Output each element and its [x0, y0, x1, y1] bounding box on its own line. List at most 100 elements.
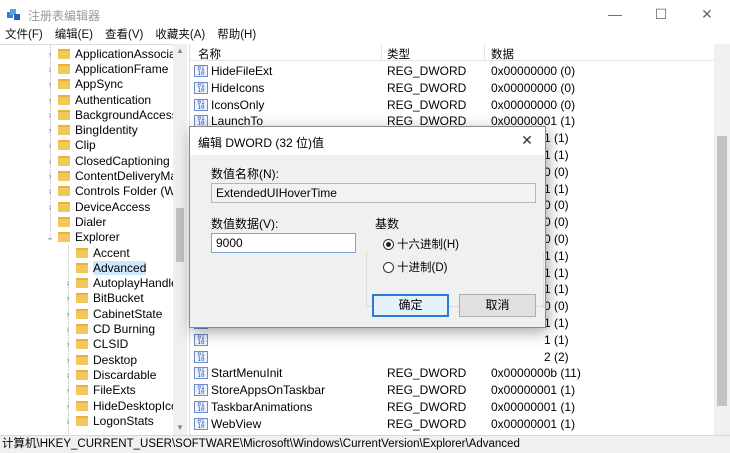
tree-item[interactable]: › Clip [45, 138, 96, 153]
tree-item-label: Clip [75, 138, 96, 153]
value-name: IconsOnly [211, 97, 265, 112]
tree-item-label: Accent [93, 245, 130, 260]
tree-item[interactable]: › Authentication [45, 92, 152, 107]
tree-item-label: AppSync [75, 77, 124, 92]
tree-item[interactable]: › Discardable [63, 367, 157, 382]
folder-icon [58, 125, 70, 136]
tree-item[interactable]: › BingIdentity [45, 123, 138, 138]
column-divider[interactable] [484, 44, 485, 61]
folder-icon [76, 339, 88, 350]
tree-item[interactable]: › CabinetState [63, 306, 163, 321]
tree-item[interactable]: ⌄ Explorer [45, 230, 120, 245]
tree-item[interactable]: › CD Burning [63, 321, 156, 336]
folder-icon [76, 247, 88, 258]
radio-decimal[interactable]: 十进制(D) [383, 259, 447, 275]
dword-value-icon: 01 10 [194, 350, 208, 363]
value-row[interactable]: 01 10 HideFileExt REG_DWORD 0x00000000 (0) [190, 63, 715, 80]
tree-item[interactable]: › BackgroundAccessA [45, 107, 186, 122]
key-tree[interactable]: › ApplicationAssocia › ApplicationFrame › App… [0, 44, 187, 435]
folder-icon [58, 171, 70, 182]
tree-item-label: ClosedCaptioning [75, 153, 170, 168]
list-scroll-thumb[interactable] [717, 136, 727, 406]
tree-item[interactable]: › ApplicationAssocia [45, 46, 176, 61]
list-scrollbar[interactable] [714, 44, 730, 435]
scroll-down-icon[interactable]: ▼ [173, 421, 187, 435]
folder-icon [58, 140, 70, 151]
value-data: 0 (0) [544, 198, 569, 213]
folder-icon [76, 385, 88, 396]
scroll-up-icon[interactable]: ▲ [173, 44, 187, 58]
value-row[interactable]: 01 10 StoreAppsOnTaskbar REG_DWORD 0x000000… [190, 382, 715, 399]
dialog-close-icon[interactable]: ✕ [515, 129, 539, 151]
base-group-label: 基数 [373, 215, 402, 232]
value-row[interactable]: 01 10 TaskbarAnimations REG_DWORD 0x0000000… [190, 399, 715, 416]
value-row[interactable]: 01 10 StartMenuInit REG_DWORD 0x0000000b (1… [190, 365, 715, 382]
tree-item-label: FileExts [93, 383, 136, 398]
value-name-label: 数值名称(N): [211, 167, 279, 181]
value-row[interactable]: 01 10 IconsOnly REG_DWORD 0x00000000 (0) [190, 97, 715, 114]
value-data: 0 (0) [544, 232, 569, 246]
radio-hexadecimal[interactable]: 十六进制(H) [383, 236, 459, 252]
value-name: TaskbarAnimations [211, 400, 313, 414]
tree-item[interactable]: Accent [63, 245, 130, 260]
value-name: HideIcons [211, 80, 265, 95]
tree-item[interactable]: › LogonStats [63, 413, 154, 428]
value-row[interactable]: 01 10 WebView REG_DWORD 0x00000001 (1) [190, 416, 715, 433]
folder-icon [58, 94, 70, 105]
value-data: 0 (0) [544, 215, 569, 230]
tree-scrollbar[interactable]: ▲ ▼ [173, 44, 187, 435]
value-data: 0x00000000 (0) [491, 97, 576, 112]
value-row[interactable]: 01 10 1 (1) [190, 332, 715, 349]
dword-value-icon: 01 10 [194, 401, 208, 413]
tree-guide-line [50, 45, 51, 240]
tree-item[interactable]: Advanced [63, 260, 147, 275]
tree-item[interactable]: › ContentDeliveryMa [45, 168, 178, 183]
tree-guide-line [68, 245, 69, 435]
tree-item[interactable]: › AutoplayHandle [63, 276, 178, 291]
folder-icon [76, 293, 88, 304]
value-name: HideFileExt [211, 64, 273, 78]
tree-scroll-thumb[interactable] [176, 208, 184, 262]
value-row[interactable]: 01 10 2 (2) [190, 349, 715, 366]
cancel-button[interactable]: 取消 [459, 294, 536, 317]
value-row[interactable]: 01 10 HideIcons REG_DWORD 0x00000000 (0) [190, 80, 715, 97]
column-header-type[interactable]: 类型 [387, 46, 410, 62]
tree-item[interactable]: › BitBucket [63, 291, 144, 306]
folder-icon [58, 201, 70, 212]
tree-item[interactable]: › DeviceAccess [45, 199, 151, 214]
value-name-field[interactable]: ExtendedUIHoverTime [211, 183, 536, 203]
folder-icon [58, 232, 70, 243]
close-button[interactable]: ✕ [684, 0, 730, 28]
tree-item[interactable]: › CLSID [63, 337, 129, 352]
ok-button[interactable]: 确定 [372, 294, 449, 317]
column-divider[interactable] [381, 44, 382, 61]
tree-item[interactable]: › Desktop [63, 352, 138, 367]
minimize-button[interactable]: — [592, 0, 638, 28]
value-type: REG_DWORD [387, 416, 467, 431]
tree-item[interactable]: › Controls Folder (Wc [45, 184, 182, 199]
value-data-label: 数值数据(V): [211, 217, 279, 231]
dword-value-icon: 01 10 [194, 367, 208, 380]
radio-dec-label: 十进制(D) [397, 262, 448, 274]
tree-item[interactable]: › ApplicationFrame [45, 61, 169, 76]
tree-item-label: DeviceAccess [75, 199, 151, 214]
maximize-button[interactable]: ☐ [638, 0, 684, 28]
tree-item[interactable]: › HideDesktopIco [63, 398, 178, 413]
value-name: WebView [211, 416, 262, 431]
radio-unselected-icon[interactable] [383, 261, 394, 273]
radio-selected-icon[interactable] [383, 238, 394, 250]
tree-item[interactable]: › ClosedCaptioning [45, 153, 170, 168]
folder-icon [58, 186, 70, 197]
value-type: REG_DWORD [387, 97, 467, 112]
edit-dword-dialog: 编辑 DWORD (32 位)值 ✕ 数值名称(N): ExtendedUIHo… [189, 126, 546, 328]
tree-item[interactable]: Dialer [45, 214, 106, 229]
dialog-body: 数值名称(N): ExtendedUIHoverTime 数值数据(V): 90… [190, 155, 545, 327]
tree-item[interactable]: › AppSync [45, 77, 124, 92]
value-data-input[interactable]: 9000 [211, 233, 356, 253]
tree-item-label: Explorer [75, 230, 120, 245]
value-name: StoreAppsOnTaskbar [211, 383, 326, 398]
tree-item[interactable]: › FileExts [63, 383, 136, 398]
column-header-data[interactable]: 数据 [491, 46, 514, 62]
folder-icon [76, 308, 88, 319]
column-header-name[interactable]: 名称 [198, 46, 221, 62]
